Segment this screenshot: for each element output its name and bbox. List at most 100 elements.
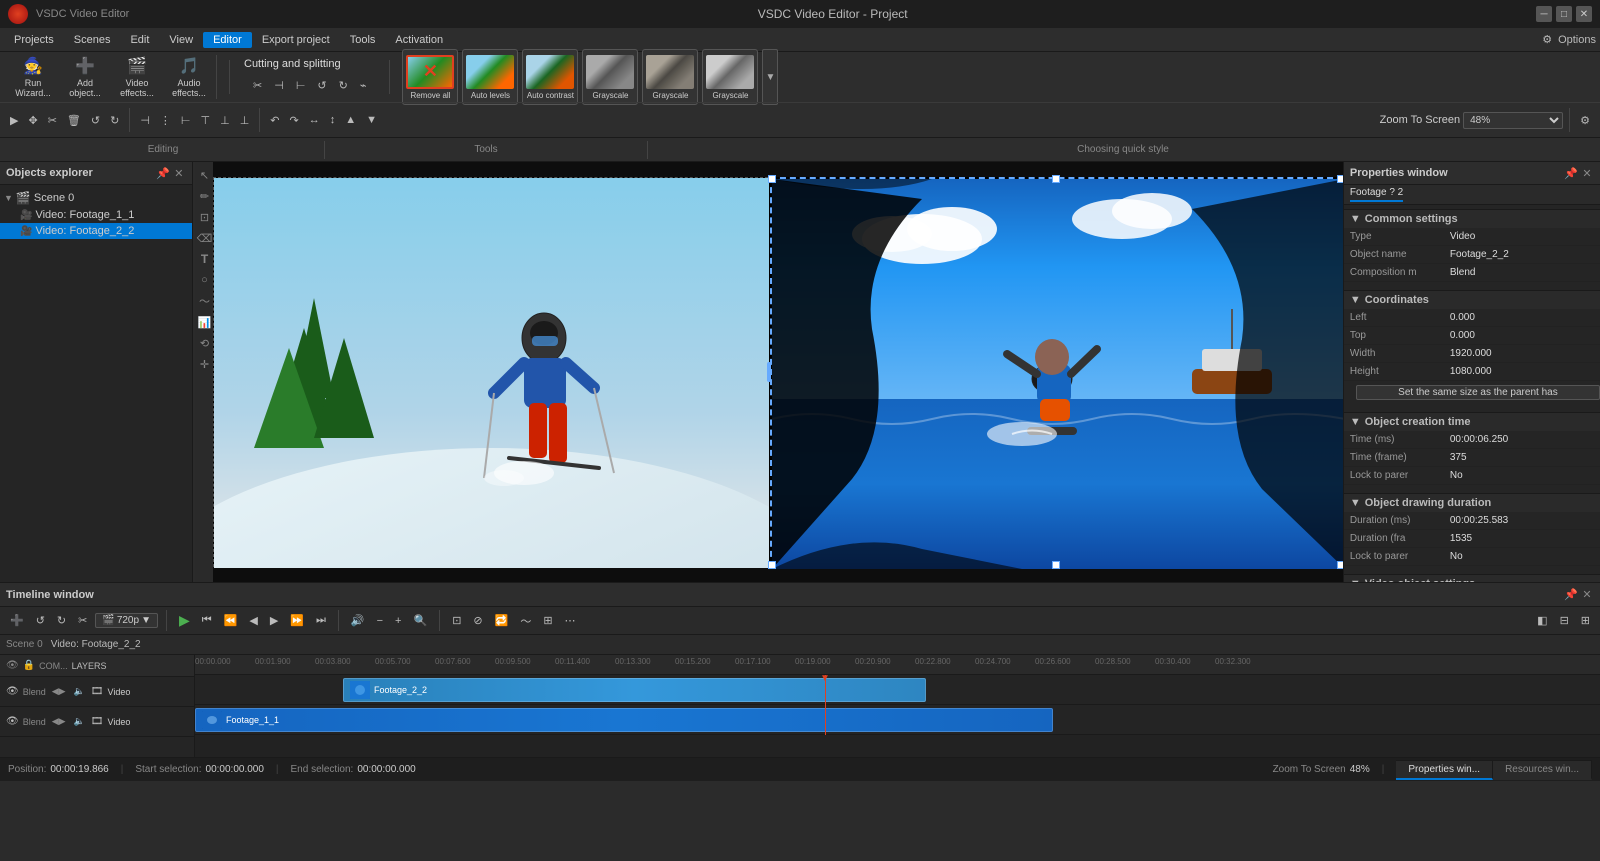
- view-options-btn[interactable]: ⚙: [1576, 112, 1594, 129]
- side-arrow-btn[interactable]: ↖: [196, 166, 214, 184]
- prev-btn[interactable]: ◀: [245, 612, 261, 629]
- creation-time-header[interactable]: ▼ Object creation time: [1344, 412, 1600, 431]
- side-text-btn[interactable]: T: [196, 250, 214, 268]
- zoom-in-btn[interactable]: ▲: [341, 112, 360, 128]
- tab-properties[interactable]: Properties win...: [1396, 761, 1493, 780]
- rotate-cw-btn[interactable]: ↷: [286, 112, 303, 129]
- track2-eye[interactable]: 👁: [6, 716, 19, 727]
- timeline-close-btn[interactable]: ✕: [1580, 588, 1594, 602]
- quick-style-more-btn[interactable]: ▼: [762, 49, 778, 105]
- props-tab-footage[interactable]: Footage ? 2: [1350, 187, 1403, 202]
- clip-divider[interactable]: [767, 362, 771, 382]
- side-shape-btn[interactable]: ○: [196, 271, 214, 289]
- tl-fit-btn[interactable]: ◧: [1533, 612, 1551, 629]
- tl-zoom-btn[interactable]: 🔍: [409, 612, 431, 629]
- drawing-duration-header[interactable]: ▼ Object drawing duration: [1344, 493, 1600, 512]
- track2-mute[interactable]: 🔈: [72, 716, 87, 727]
- handle-bm[interactable]: [1052, 561, 1060, 569]
- tab-com[interactable]: COM...: [39, 661, 68, 671]
- tl-audio-btn[interactable]: 🔊: [347, 612, 369, 629]
- redo2-btn[interactable]: ↻: [106, 112, 123, 129]
- clip-footage1-1[interactable]: Footage_1_1: [195, 708, 1053, 732]
- align-center-btn[interactable]: ⋮: [156, 112, 175, 129]
- track1-expand[interactable]: ◀▶: [50, 686, 68, 697]
- tl-plus-btn[interactable]: +: [391, 613, 405, 629]
- undo-btn[interactable]: ↺: [312, 76, 331, 95]
- quick-style-auto-levels[interactable]: Auto levels: [462, 49, 518, 105]
- tl-undo-btn[interactable]: ↺: [32, 612, 49, 629]
- tree-item-footage1[interactable]: 🎥 Video: Footage_1_1: [0, 207, 192, 223]
- tl-marker-btn[interactable]: ⊘: [469, 612, 486, 629]
- audio-effects-button[interactable]: 🎵 Audio effects...: [164, 57, 214, 97]
- flip-h-btn[interactable]: ↔: [305, 112, 324, 128]
- tl-redo-btn[interactable]: ↻: [53, 612, 70, 629]
- side-crop-btn[interactable]: ⊡: [196, 208, 214, 226]
- panel-close-btn[interactable]: ✕: [172, 166, 186, 180]
- resolution-select[interactable]: 🎬 720p ▼: [95, 613, 158, 628]
- track1-eye[interactable]: 👁: [6, 686, 19, 697]
- play-btn[interactable]: ▶: [175, 610, 194, 631]
- run-wizard-button[interactable]: 🧙 Run Wizard...: [8, 57, 58, 97]
- next-frame-btn[interactable]: ⏩: [286, 612, 308, 629]
- delete-btn[interactable]: 🗑: [63, 112, 85, 129]
- handle-bl[interactable]: [768, 561, 776, 569]
- tl-loop-btn[interactable]: 🔁: [491, 612, 513, 629]
- timeline-pin-btn[interactable]: 📌: [1564, 588, 1578, 602]
- flip-v-btn[interactable]: ↕: [326, 112, 340, 128]
- track-row-2[interactable]: Footage_1_1: [195, 705, 1600, 735]
- redo-btn[interactable]: ↻: [334, 76, 353, 95]
- scissors-icon[interactable]: ✂: [248, 76, 267, 95]
- menu-export[interactable]: Export project: [252, 32, 340, 48]
- tl-wave-btn[interactable]: 〜: [516, 611, 535, 631]
- video-settings-header[interactable]: ▼ Video object settings: [1344, 574, 1600, 582]
- restore-button[interactable]: □: [1556, 6, 1572, 22]
- rewind-start-btn[interactable]: ⏮: [198, 612, 216, 629]
- side-eraser-btn[interactable]: ⌫: [196, 229, 214, 247]
- scissors-btn[interactable]: ✂: [44, 112, 61, 129]
- menu-edit[interactable]: Edit: [120, 32, 159, 48]
- cut-left-btn[interactable]: ⊣: [269, 76, 289, 95]
- menu-tools[interactable]: Tools: [340, 32, 386, 48]
- props-pin-btn[interactable]: 📌: [1564, 166, 1578, 180]
- handle-tm[interactable]: [1052, 175, 1060, 183]
- clip-footage2-2[interactable]: Footage_2_2: [343, 678, 926, 702]
- align-bottom-btn[interactable]: ⊥: [236, 112, 254, 129]
- align-right-btn[interactable]: ⊢: [177, 112, 195, 129]
- tl-scissors-btn[interactable]: ✂: [74, 612, 91, 629]
- side-wave-btn[interactable]: 〜: [196, 292, 214, 310]
- video-clip-right[interactable]: [770, 177, 1343, 567]
- tab-layers[interactable]: LAYERS: [72, 661, 107, 671]
- tl-add-btn[interactable]: ➕: [6, 612, 28, 629]
- track1-mute[interactable]: 🔈: [72, 686, 87, 697]
- canvas[interactable]: [213, 162, 1343, 582]
- cut-right-btn[interactable]: ⊢: [291, 76, 311, 95]
- common-settings-header[interactable]: ▼ Common settings: [1344, 209, 1600, 228]
- quick-style-grayscale1[interactable]: Grayscale: [582, 49, 638, 105]
- selection-mode-btn[interactable]: ▶: [6, 112, 22, 129]
- options-label[interactable]: Options: [1558, 34, 1596, 46]
- tl-more-btn[interactable]: ⊞: [1577, 612, 1594, 629]
- quick-style-auto-contrast[interactable]: Auto contrast: [522, 49, 578, 105]
- same-size-btn[interactable]: Set the same size as the parent has: [1356, 385, 1600, 400]
- side-move-btn[interactable]: ✛: [196, 355, 214, 373]
- menu-view[interactable]: View: [159, 32, 203, 48]
- side-pen-btn[interactable]: ✏: [196, 187, 214, 205]
- track-row-1[interactable]: Footage_2_2: [195, 675, 1600, 705]
- props-close-btn[interactable]: ✕: [1580, 166, 1594, 180]
- zoom-select[interactable]: 48% 100% 50% Zoom To Screen: [1463, 112, 1563, 129]
- tl-grid-btn[interactable]: ⊞: [539, 612, 556, 629]
- quick-style-remove-all[interactable]: ✕ Remove all: [402, 49, 458, 105]
- playhead[interactable]: [825, 675, 826, 735]
- handle-br[interactable]: [1337, 561, 1343, 569]
- align-middle-btn[interactable]: ⊥: [216, 112, 234, 129]
- quick-style-grayscale2[interactable]: Grayscale: [642, 49, 698, 105]
- menu-editor[interactable]: Editor: [203, 32, 252, 48]
- tree-item-scene0[interactable]: ▼ 🎬 Scene 0: [0, 189, 192, 207]
- move-mode-btn[interactable]: ✥: [24, 112, 41, 129]
- undo2-btn[interactable]: ↺: [87, 112, 104, 129]
- panel-pin-btn[interactable]: 📌: [156, 166, 170, 180]
- video-effects-button[interactable]: 🎬 Video effects...: [112, 57, 162, 97]
- quick-style-grayscale3[interactable]: Grayscale: [702, 49, 758, 105]
- tl-view-btn[interactable]: ⊟: [1556, 612, 1573, 629]
- close-button[interactable]: ✕: [1576, 6, 1592, 22]
